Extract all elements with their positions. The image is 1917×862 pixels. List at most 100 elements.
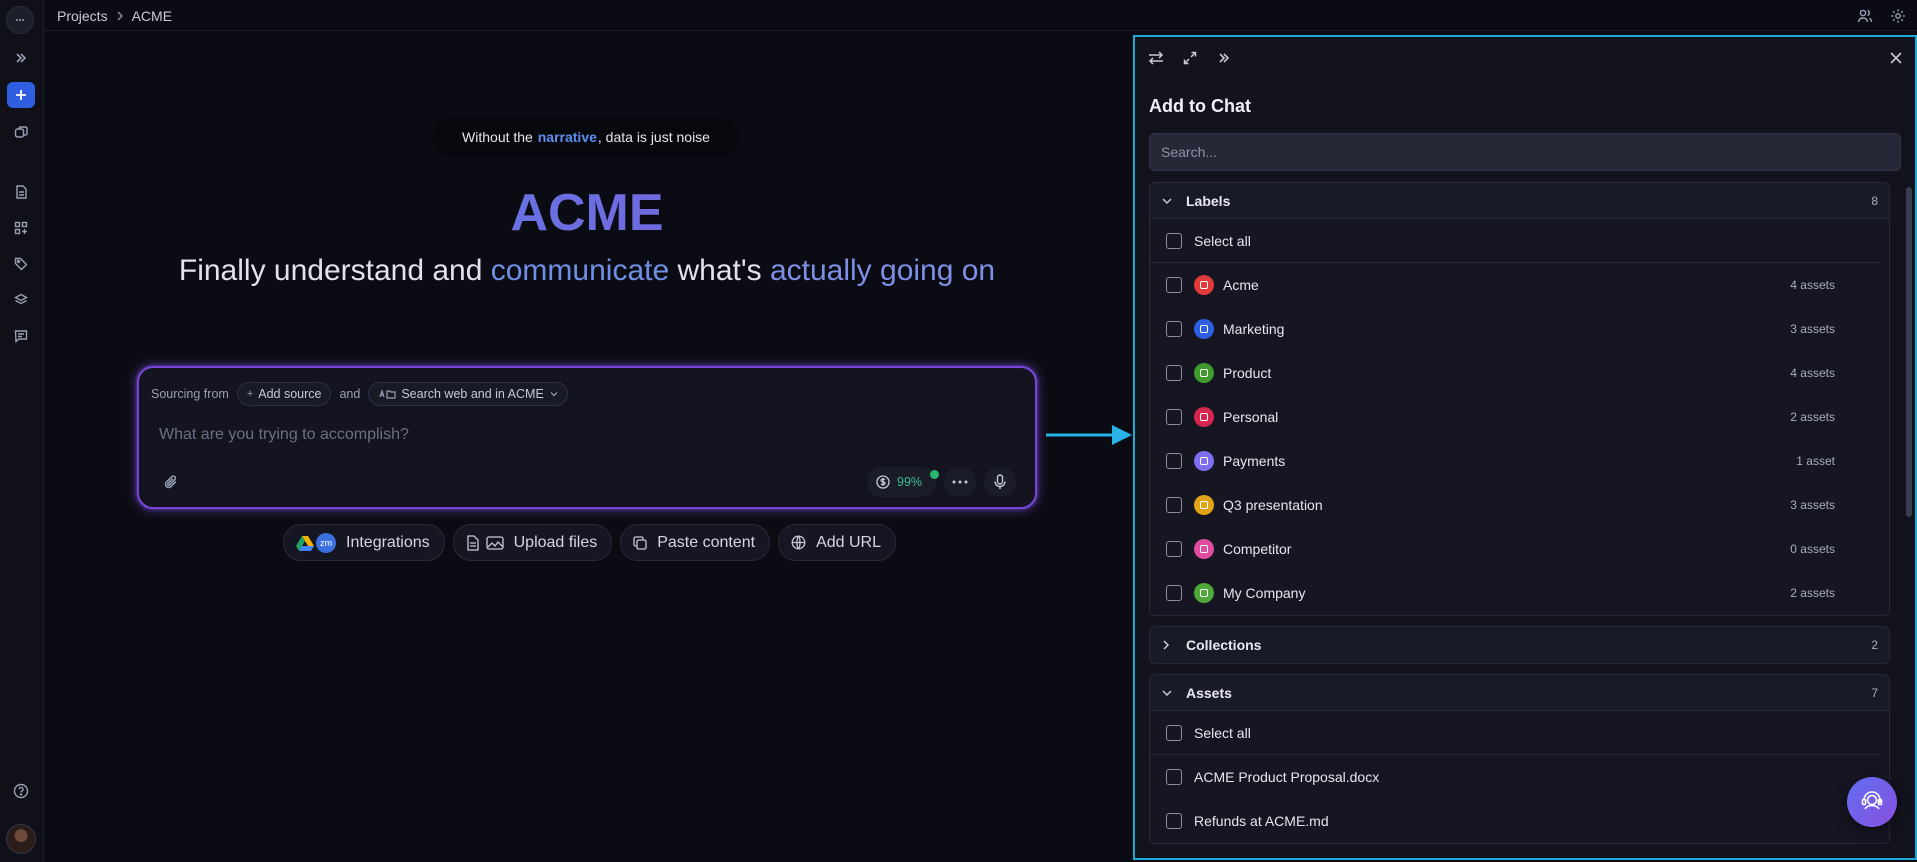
label-row[interactable]: Product 4 assets [1150, 351, 1889, 395]
collapse-panel-icon[interactable] [1215, 49, 1233, 67]
label-name: Competitor [1223, 541, 1292, 557]
asset-name: ACME Product Proposal.docx [1194, 769, 1380, 785]
file-icon [466, 534, 479, 551]
panel-toolbar [1135, 37, 1915, 77]
microphone-button[interactable] [984, 467, 1016, 497]
tagline-after: , data is just noise [597, 129, 710, 145]
breadcrumb-projects[interactable]: Projects [57, 8, 108, 24]
add-url-button[interactable]: Add URL [778, 524, 896, 561]
panel-scroll-area: Labels 8 Select all Acme 4 assets Marketin… [1149, 182, 1890, 854]
labels-select-all[interactable]: Select all [1150, 219, 1881, 263]
more-options-button[interactable] [944, 467, 976, 497]
help-icon[interactable] [8, 778, 34, 804]
quick-actions: zm Integrations Upload files Paste conte… [283, 524, 896, 561]
checkbox[interactable] [1166, 541, 1182, 557]
prompt-box[interactable]: Sourcing from + Add source and Search we… [137, 366, 1037, 509]
add-source-button[interactable]: + Add source [236, 382, 332, 406]
user-avatar[interactable] [6, 824, 36, 854]
assets-count: 7 [1871, 685, 1878, 700]
label-color-icon [1194, 407, 1214, 427]
workspace-logo[interactable] [6, 6, 34, 34]
assets-header[interactable]: Assets 7 [1150, 675, 1889, 711]
attach-paperclip-icon[interactable] [163, 474, 179, 490]
upload-icons [466, 534, 504, 551]
label-asset-count: 2 assets [1790, 586, 1835, 600]
chats-icon[interactable] [8, 120, 34, 146]
label-asset-count: 1 asset [1796, 454, 1835, 468]
checkbox[interactable] [1166, 585, 1182, 601]
prompt-input[interactable]: What are you trying to accomplish? [159, 426, 409, 444]
asset-row[interactable]: Refunds at ACME.md [1150, 799, 1889, 843]
labels-header[interactable]: Labels 8 [1150, 183, 1889, 219]
label-list: Acme 4 assets Marketing 3 assets Product 4 as… [1150, 263, 1889, 615]
label-color-icon [1194, 495, 1214, 515]
labels-section: Labels 8 Select all Acme 4 assets Marketin… [1149, 182, 1890, 616]
headline-part-2: communicate [490, 254, 670, 287]
checkbox[interactable] [1166, 769, 1182, 785]
select-all-label: Select all [1194, 232, 1251, 249]
checkbox[interactable] [1166, 409, 1182, 425]
asset-row[interactable]: ACME Product Proposal.docx [1150, 755, 1889, 799]
collections-header[interactable]: Collections 2 [1150, 627, 1889, 663]
credits-value: 99% [897, 475, 923, 489]
label-row[interactable]: Competitor 0 assets [1150, 527, 1889, 571]
tagline-pill: Without the narrative, data is just nois… [433, 118, 739, 156]
label-row[interactable]: Q3 presentation 3 assets [1150, 483, 1889, 527]
label-row[interactable]: Acme 4 assets [1150, 263, 1889, 307]
expand-sidebar-icon[interactable] [8, 45, 34, 71]
headline-part-1: Finally understand and [178, 254, 483, 287]
expand-icon[interactable] [1181, 49, 1199, 67]
breadcrumb-current[interactable]: ACME [132, 8, 172, 24]
label-row[interactable]: My Company 2 assets [1150, 571, 1889, 615]
integrations-button[interactable]: zm Integrations [283, 524, 445, 561]
asset-list: ACME Product Proposal.docx Refunds at ACM… [1150, 755, 1889, 843]
and-label: and [339, 387, 361, 401]
upload-files-button[interactable]: Upload files [452, 524, 613, 561]
label-row[interactable]: Marketing 3 assets [1150, 307, 1889, 351]
checkbox[interactable] [1166, 277, 1182, 293]
checkbox[interactable] [1166, 724, 1182, 741]
top-bar: Projects ACME [44, 0, 1917, 31]
label-asset-count: 3 assets [1790, 498, 1835, 512]
chevron-down-icon [1162, 197, 1176, 205]
labels-count: 8 [1871, 193, 1878, 208]
label-color-icon [1194, 275, 1214, 295]
brand-title: ACME [0, 183, 1174, 243]
label-name: Product [1223, 365, 1272, 381]
label-asset-count: 2 assets [1790, 410, 1835, 424]
checkbox[interactable] [1166, 497, 1182, 513]
checkbox[interactable] [1166, 813, 1182, 829]
sourcing-row: Sourcing from + Add source and Search we… [151, 382, 568, 406]
search-scope-button[interactable]: Search web and in ACME [368, 382, 568, 406]
new-chat-button[interactable] [7, 82, 35, 108]
integrations-label: Integrations [346, 533, 430, 551]
label-asset-count: 0 assets [1790, 542, 1835, 556]
tagline-highlight: narrative [537, 129, 597, 145]
label-color-icon [1194, 319, 1214, 339]
checkbox[interactable] [1166, 453, 1182, 469]
swap-icon[interactable] [1147, 49, 1165, 67]
message-icon[interactable] [8, 323, 34, 349]
support-assistant-button[interactable] [1847, 777, 1897, 827]
panel-scrollbar[interactable] [1906, 187, 1912, 517]
users-icon[interactable] [1856, 7, 1874, 25]
chevron-down-icon [1162, 689, 1176, 697]
search-input[interactable] [1150, 134, 1900, 170]
credits-badge[interactable]: 99% [867, 467, 939, 497]
paste-content-button[interactable]: Paste content [620, 524, 771, 561]
globe-icon [791, 535, 806, 550]
label-name: Marketing [1223, 321, 1285, 337]
integration-logos: zm [296, 532, 336, 553]
add-url-label: Add URL [816, 533, 881, 551]
checkbox[interactable] [1166, 321, 1182, 337]
label-row[interactable]: Payments 1 asset [1150, 439, 1889, 483]
close-icon[interactable] [1887, 49, 1905, 67]
label-row[interactable]: Personal 2 assets [1150, 395, 1889, 439]
checkbox[interactable] [1166, 365, 1182, 381]
add-source-label: Add source [258, 387, 322, 401]
settings-gear-icon[interactable] [1889, 7, 1907, 25]
assets-title: Assets [1186, 684, 1232, 701]
layers-icon[interactable] [8, 287, 34, 313]
assets-select-all[interactable]: Select all [1150, 711, 1881, 755]
checkbox[interactable] [1166, 232, 1182, 249]
